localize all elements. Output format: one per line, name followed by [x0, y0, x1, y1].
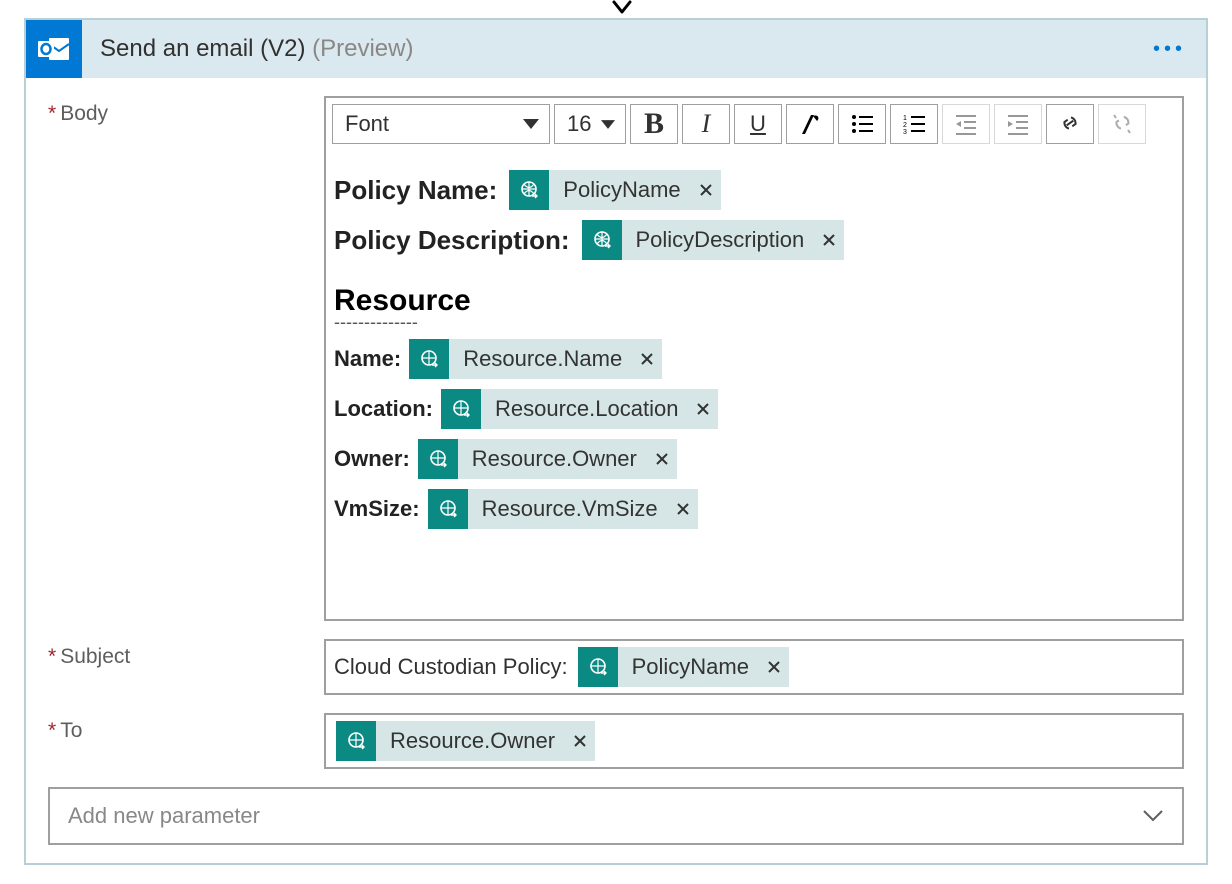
- token-resource-location-text: Resource.Location: [481, 389, 688, 429]
- number-list-button[interactable]: 123: [890, 104, 938, 144]
- globe-icon: [428, 489, 468, 529]
- bullet-list-button[interactable]: [838, 104, 886, 144]
- label-to-text: To: [60, 719, 82, 743]
- indent-button[interactable]: [994, 104, 1042, 144]
- body-rich-editor[interactable]: Font 16 B I U: [324, 96, 1184, 621]
- token-to-resource-owner-text: Resource.Owner: [376, 721, 565, 761]
- italic-button[interactable]: I: [682, 104, 730, 144]
- token-resource-name[interactable]: Resource.Name: [409, 339, 662, 379]
- font-select[interactable]: Font: [332, 104, 550, 144]
- card-title-text: Send an email (V2): [100, 35, 305, 62]
- token-resource-vmsize-text: Resource.VmSize: [468, 489, 668, 529]
- unlink-button[interactable]: [1098, 104, 1146, 144]
- font-size-value: 16: [567, 111, 591, 137]
- token-policydescription-text: PolicyDescription: [622, 220, 815, 260]
- token-remove-button[interactable]: [759, 647, 789, 687]
- label-subject: *Subject: [48, 639, 324, 669]
- link-button[interactable]: [1046, 104, 1094, 144]
- label-subject-text: Subject: [60, 645, 130, 669]
- token-resource-location[interactable]: Resource.Location: [441, 389, 718, 429]
- globe-icon: [409, 339, 449, 379]
- text-vmsize-label: VmSize:: [334, 496, 420, 522]
- text-name-label: Name:: [334, 346, 401, 372]
- token-remove-button[interactable]: [668, 489, 698, 529]
- svg-text:1: 1: [903, 115, 907, 122]
- token-remove-button[interactable]: [691, 170, 721, 210]
- globe-icon: [441, 389, 481, 429]
- globe-icon: [578, 647, 618, 687]
- svg-text:2: 2: [903, 122, 907, 129]
- card-header: Send an email (V2) (Preview) •••: [26, 20, 1206, 78]
- subject-input[interactable]: Cloud Custodian Policy: PolicyName: [324, 639, 1184, 695]
- add-new-parameter-select[interactable]: Add new parameter: [48, 787, 1184, 845]
- label-body-text: Body: [60, 102, 108, 126]
- font-size-select[interactable]: 16: [554, 104, 626, 144]
- font-color-button[interactable]: [786, 104, 834, 144]
- card-title: Send an email (V2) (Preview): [100, 35, 413, 63]
- text-location-label: Location:: [334, 396, 433, 422]
- token-remove-button[interactable]: [814, 220, 844, 260]
- token-subject-policyname-text: PolicyName: [618, 647, 759, 687]
- flow-arrow-down-icon: [610, 0, 634, 18]
- outdent-button[interactable]: [942, 104, 990, 144]
- chevron-down-icon: [1142, 809, 1164, 823]
- token-remove-button[interactable]: [688, 389, 718, 429]
- card-preview-label: Preview: [320, 35, 405, 62]
- token-subject-policyname[interactable]: PolicyName: [578, 647, 789, 687]
- editor-toolbar: Font 16 B I U: [326, 98, 1182, 150]
- action-card-send-email: Send an email (V2) (Preview) ••• *Body F…: [24, 18, 1208, 865]
- font-select-value: Font: [345, 111, 389, 137]
- token-remove-button[interactable]: [565, 721, 595, 761]
- token-policyname-text: PolicyName: [549, 170, 690, 210]
- caret-down-icon: [601, 120, 615, 129]
- text-owner-label: Owner:: [334, 446, 410, 472]
- text-policy-name-label: Policy Name:: [334, 175, 497, 206]
- text-policy-desc-label: Policy Description:: [334, 225, 570, 256]
- token-policyname[interactable]: PolicyName: [509, 170, 720, 210]
- token-to-resource-owner[interactable]: Resource.Owner: [336, 721, 595, 761]
- token-resource-vmsize[interactable]: Resource.VmSize: [428, 489, 698, 529]
- underline-button[interactable]: U: [734, 104, 782, 144]
- token-policydescription[interactable]: PolicyDescription: [582, 220, 845, 260]
- token-remove-button[interactable]: [632, 339, 662, 379]
- caret-down-icon: [523, 119, 539, 129]
- globe-icon: [509, 170, 549, 210]
- token-resource-name-text: Resource.Name: [449, 339, 632, 379]
- outlook-icon: [26, 20, 82, 78]
- label-to: *To: [48, 713, 324, 743]
- add-new-parameter-text: Add new parameter: [68, 803, 260, 829]
- subject-prefix-text: Cloud Custodian Policy:: [334, 654, 568, 680]
- to-input[interactable]: Resource.Owner: [324, 713, 1184, 769]
- globe-icon: [582, 220, 622, 260]
- token-resource-owner-text: Resource.Owner: [458, 439, 647, 479]
- token-remove-button[interactable]: [647, 439, 677, 479]
- token-resource-owner[interactable]: Resource.Owner: [418, 439, 677, 479]
- card-menu-button[interactable]: •••: [1147, 34, 1192, 65]
- label-body: *Body: [48, 96, 324, 126]
- globe-icon: [336, 721, 376, 761]
- editor-content[interactable]: Policy Name: PolicyName Policy Descripti…: [326, 150, 1182, 619]
- globe-icon: [418, 439, 458, 479]
- svg-text:3: 3: [903, 129, 907, 136]
- bold-button[interactable]: B: [630, 104, 678, 144]
